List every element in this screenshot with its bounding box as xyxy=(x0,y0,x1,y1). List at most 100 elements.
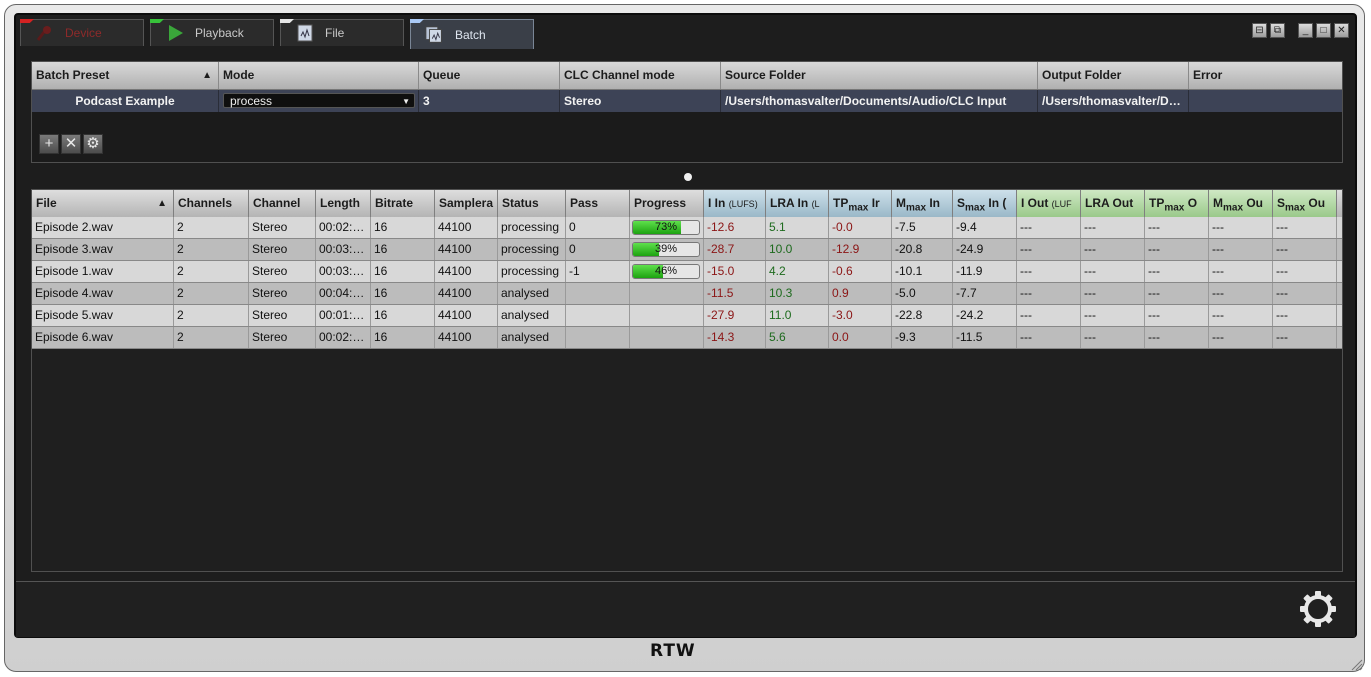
cell-file: Episode 2.wav xyxy=(32,217,174,238)
audio-file-icon xyxy=(295,24,315,42)
maximize-button[interactable]: □ xyxy=(1316,23,1331,38)
preset-settings-button[interactable]: ⚙ xyxy=(83,134,103,154)
preset-row[interactable]: Podcast Example process ▼ 3 Stereo /Users… xyxy=(32,90,1342,112)
tab-batch[interactable]: Batch xyxy=(410,19,534,49)
cell-lra-in: 10.3 xyxy=(766,283,829,304)
cell-length: 00:01:… xyxy=(316,305,371,326)
col-channel[interactable]: Channel xyxy=(249,190,316,217)
col-length[interactable]: Length xyxy=(316,190,371,217)
cell-lra-in: 5.1 xyxy=(766,217,829,238)
cell-samplerate: 44100 xyxy=(435,327,498,348)
file-table: File ▲ Channels Channel Length Bitrate Sa… xyxy=(31,189,1343,572)
cell-i-out: --- xyxy=(1017,283,1081,304)
col-filler xyxy=(1337,190,1342,217)
cell-lra-in: 10.0 xyxy=(766,239,829,260)
cell-length: 00:03:… xyxy=(316,261,371,282)
remove-preset-button[interactable]: ✕ xyxy=(61,134,81,154)
col-pass[interactable]: Pass xyxy=(566,190,630,217)
gear-icon[interactable] xyxy=(1299,590,1337,628)
cell-channels: 2 xyxy=(174,261,249,282)
col-tpmax-out[interactable]: TPmax O xyxy=(1145,190,1209,217)
col-batch-preset[interactable]: Batch Preset ▲ xyxy=(32,62,219,89)
col-mmax-out[interactable]: Mmax Ou xyxy=(1209,190,1273,217)
minimize-button[interactable]: _ xyxy=(1298,23,1313,38)
output-folder-cell: /Users/thomasvalter/D… xyxy=(1038,90,1189,112)
cell-tp-in: -12.9 xyxy=(829,239,892,260)
cell-tp-out: --- xyxy=(1145,305,1209,326)
cell-m-out: --- xyxy=(1209,239,1273,260)
cell-pass: -1 xyxy=(566,261,630,282)
col-clc-channel-mode[interactable]: CLC Channel mode xyxy=(560,62,721,89)
col-output-folder[interactable]: Output Folder xyxy=(1038,62,1189,89)
cell-filler xyxy=(1337,305,1342,326)
col-progress[interactable]: Progress xyxy=(630,190,704,217)
cell-lra-out: --- xyxy=(1081,327,1145,348)
close-button[interactable]: ✕ xyxy=(1334,23,1349,38)
cell-samplerate: 44100 xyxy=(435,283,498,304)
col-bitrate[interactable]: Bitrate xyxy=(371,190,435,217)
cell-filler xyxy=(1337,261,1342,282)
col-error[interactable]: Error xyxy=(1189,62,1344,89)
cell-lra-out: --- xyxy=(1081,261,1145,282)
table-row[interactable]: Episode 3.wav 2 Stereo 00:03:… 16 44100 proces… xyxy=(32,239,1342,261)
cell-pass xyxy=(566,327,630,348)
cell-samplerate: 44100 xyxy=(435,305,498,326)
splitter-handle[interactable] xyxy=(684,173,692,181)
cell-tp-out: --- xyxy=(1145,283,1209,304)
cell-channel: Stereo xyxy=(249,327,316,348)
add-preset-button[interactable]: + xyxy=(39,134,59,154)
col-lra-out[interactable]: LRA Out xyxy=(1081,190,1145,217)
col-smax-out[interactable]: Smax Ou xyxy=(1273,190,1337,217)
cell-s-out: --- xyxy=(1273,217,1337,238)
table-row[interactable]: Episode 1.wav 2 Stereo 00:03:… 16 44100 proces… xyxy=(32,261,1342,283)
resize-grip-icon[interactable] xyxy=(1349,657,1363,671)
cell-channels: 2 xyxy=(174,239,249,260)
col-channels[interactable]: Channels xyxy=(174,190,249,217)
tab-device[interactable]: Device xyxy=(20,19,144,46)
mode-select[interactable]: process ▼ xyxy=(223,93,415,108)
cell-s-in: -24.9 xyxy=(953,239,1017,260)
bottom-bar xyxy=(16,581,1355,637)
cell-filler xyxy=(1337,283,1342,304)
cell-status: analysed xyxy=(498,305,566,326)
col-mode[interactable]: Mode xyxy=(219,62,419,89)
cell-file: Episode 3.wav xyxy=(32,239,174,260)
cell-i-in: -28.7 xyxy=(704,239,766,260)
col-status[interactable]: Status xyxy=(498,190,566,217)
cell-channel: Stereo xyxy=(249,283,316,304)
cell-length: 00:04:… xyxy=(316,283,371,304)
cell-tp-out: --- xyxy=(1145,239,1209,260)
table-row[interactable]: Episode 5.wav 2 Stereo 00:01:… 16 44100 analys… xyxy=(32,305,1342,327)
cell-file: Episode 4.wav xyxy=(32,283,174,304)
cell-channel: Stereo xyxy=(249,239,316,260)
tab-file-label: File xyxy=(325,26,345,40)
cell-lra-out: --- xyxy=(1081,217,1145,238)
cell-file: Episode 1.wav xyxy=(32,261,174,282)
detach-icon[interactable]: ⧉ xyxy=(1270,23,1285,38)
col-i-in[interactable]: I In (LUFS) xyxy=(704,190,766,217)
cell-s-out: --- xyxy=(1273,283,1337,304)
cell-bitrate: 16 xyxy=(371,217,435,238)
cell-m-in: -7.5 xyxy=(892,217,953,238)
col-source-folder[interactable]: Source Folder xyxy=(721,62,1038,89)
col-lra-in[interactable]: LRA In (L xyxy=(766,190,829,217)
tab-playback[interactable]: Playback xyxy=(150,19,274,46)
cell-s-in: -7.7 xyxy=(953,283,1017,304)
table-row[interactable]: Episode 2.wav 2 Stereo 00:02:… 16 44100 proces… xyxy=(32,217,1342,239)
col-smax-in[interactable]: Smax In ( xyxy=(953,190,1017,217)
cell-lra-out: --- xyxy=(1081,239,1145,260)
col-queue[interactable]: Queue xyxy=(419,62,560,89)
tab-file[interactable]: File xyxy=(280,19,404,46)
col-i-out[interactable]: I Out (LUF xyxy=(1017,190,1081,217)
col-file[interactable]: File ▲ xyxy=(32,190,174,217)
col-mmax-in[interactable]: Mmax In xyxy=(892,190,953,217)
table-row[interactable]: Episode 6.wav 2 Stereo 00:02:… 16 44100 analys… xyxy=(32,327,1342,349)
clc-mode-cell: Stereo xyxy=(560,90,721,112)
cell-i-out: --- xyxy=(1017,239,1081,260)
cell-s-in: -9.4 xyxy=(953,217,1017,238)
col-samplerate[interactable]: Samplera xyxy=(435,190,498,217)
cell-pass xyxy=(566,283,630,304)
layout-icon[interactable]: ⊟ xyxy=(1252,23,1267,38)
col-tpmax-in[interactable]: TPmax Ir xyxy=(829,190,892,217)
table-row[interactable]: Episode 4.wav 2 Stereo 00:04:… 16 44100 analys… xyxy=(32,283,1342,305)
